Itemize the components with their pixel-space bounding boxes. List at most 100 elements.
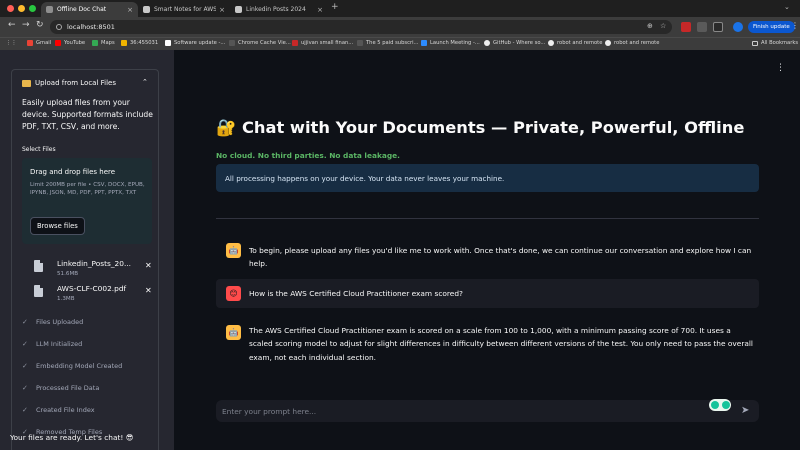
tab-close-icon[interactable]: × — [219, 6, 225, 14]
expander-title: Upload from Local Files — [35, 79, 116, 87]
status-item: ✓ Processed File Data — [22, 384, 99, 392]
finish-update-button[interactable]: Finish update — [748, 21, 795, 33]
bookmark-gmail[interactable]: Gmail — [27, 40, 51, 46]
all-bookmarks-button[interactable]: All Bookmarks — [752, 40, 798, 46]
file-dropzone[interactable]: Drag and drop files here Limit 200MB per… — [22, 158, 152, 244]
profile-avatar[interactable] — [733, 22, 743, 32]
browser-tab-bar: Offline Doc Chat × Smart Notes for AWS C… — [0, 0, 800, 17]
chevron-down-icon[interactable]: ⌄ — [784, 3, 790, 11]
browser-tab-linkedin-posts[interactable]: Linkedin Posts 2024 × — [230, 2, 328, 17]
bookmark-robot-remote-2[interactable]: robot and remote — [605, 40, 659, 46]
folder-icon — [752, 40, 758, 46]
bookmark-label: Chrome Cache Vie... — [238, 40, 291, 46]
uploaded-file-item: AWS-CLF-C002.pdf 1.3MB ✕ — [32, 283, 152, 307]
github-icon — [484, 40, 490, 46]
check-icon: ✓ — [22, 384, 28, 392]
dropzone-title: Drag and drop files here — [30, 168, 116, 176]
chevron-up-icon[interactable]: ⌃ — [142, 78, 148, 86]
info-banner: All processing happens on your device. Y… — [216, 164, 759, 192]
bookmark-label: 36:455031 — [130, 40, 159, 46]
file-icon — [34, 285, 43, 297]
bookmark-maps[interactable]: Maps — [92, 40, 115, 46]
dropzone-limit-text: Limit 200MB per file • CSV, DOCX, EPUB, … — [30, 182, 145, 196]
browse-files-button[interactable]: Browse files — [30, 217, 85, 235]
remove-file-icon[interactable]: ✕ — [145, 286, 152, 295]
extensions-puzzle-icon[interactable] — [697, 22, 707, 32]
file-size: 51.6MB — [57, 271, 79, 277]
bot-avatar-icon: 🤖 — [226, 325, 241, 340]
apps-grid-icon[interactable]: ⋮⋮ — [6, 40, 16, 46]
chat-input-container: ➤ — [216, 399, 759, 422]
status-item: ✓ Files Uploaded — [22, 318, 83, 326]
url-text: localhost:8501 — [67, 23, 115, 31]
tab-label: Smart Notes for AWS CLF-C02 — [154, 6, 217, 13]
youtube-icon — [55, 40, 61, 46]
bookmark-star-icon[interactable]: ☆ — [660, 22, 666, 30]
browser-tab-offline-doc-chat[interactable]: Offline Doc Chat × — [41, 2, 138, 17]
grammarly-icon[interactable] — [709, 399, 731, 411]
tab-close-icon[interactable]: × — [317, 6, 323, 14]
minimize-window-button[interactable] — [18, 5, 25, 12]
bookmark-youtube[interactable]: YouTube — [55, 40, 85, 46]
divider — [216, 218, 759, 219]
bookmark-site-icon — [165, 40, 171, 46]
browser-tab-smart-notes[interactable]: Smart Notes for AWS CLF-C02 × — [138, 2, 230, 17]
reload-icon[interactable]: ↻ — [36, 20, 44, 30]
github-icon — [548, 40, 554, 46]
bookmark-label: Launch Meeting -... — [430, 40, 480, 46]
bookmark-launch-meeting[interactable]: Launch Meeting -... — [421, 40, 480, 46]
bookmark-ujjivan[interactable]: ujjivan small finan... — [292, 40, 353, 46]
bookmark-36-455031[interactable]: 36:455031 — [121, 40, 158, 46]
plus-icon[interactable]: + — [331, 2, 339, 12]
status-label: Processed File Data — [36, 384, 100, 392]
status-item: ✓ Embedding Model Created — [22, 362, 122, 370]
tab-label: Offline Doc Chat — [57, 6, 107, 13]
bookmark-label: robot and remote — [614, 40, 660, 46]
bookmark-chrome-cache[interactable]: Chrome Cache Vie... — [229, 40, 291, 46]
message-text: How is the AWS Certified Cloud Practitio… — [249, 289, 463, 298]
address-bar[interactable]: localhost:8501 — [50, 20, 672, 34]
remove-file-icon[interactable]: ✕ — [145, 261, 152, 270]
bookmark-label: ujjivan small finan... — [301, 40, 354, 46]
file-icon — [34, 260, 43, 272]
bookmark-label: Software update -... — [174, 40, 226, 46]
chat-prompt-input[interactable] — [222, 404, 702, 418]
page-title: 🔐 Chat with Your Documents — Private, Po… — [216, 118, 745, 137]
status-label: Created File Index — [36, 406, 95, 414]
bookmark-robot-remote-1[interactable]: robot and remote — [548, 40, 602, 46]
check-icon: ✓ — [22, 318, 28, 326]
status-item: ✓ Created File Index — [22, 406, 95, 414]
file-size: 1.3MB — [57, 296, 75, 302]
ready-message: Your files are ready. Let's chat! 😎 — [10, 433, 134, 442]
bookmark-software-update[interactable]: Software update -... — [165, 40, 225, 46]
message-text: To begin, please upload any files you'd … — [249, 246, 752, 269]
expander-header[interactable]: Upload from Local Files — [22, 79, 116, 87]
all-bookmarks-label: All Bookmarks — [761, 40, 799, 46]
site-info-icon[interactable] — [56, 24, 62, 30]
bookmark-github[interactable]: GitHub - Where so... — [484, 40, 545, 46]
bookmark-label: YouTube — [64, 40, 86, 46]
tab-label: Linkedin Posts 2024 — [246, 6, 306, 13]
main-content: ⋮ 🔐 Chat with Your Documents — Private, … — [174, 50, 800, 450]
maximize-window-button[interactable] — [29, 5, 36, 12]
close-window-button[interactable] — [7, 5, 14, 12]
browser-menu-icon[interactable]: ⋮ — [791, 21, 799, 30]
page-favicon-icon — [46, 6, 53, 13]
sidebar: Upload from Local Files ⌃ Easily upload … — [0, 50, 174, 450]
send-icon[interactable]: ➤ — [741, 405, 749, 416]
app-menu-icon[interactable]: ⋮ — [776, 63, 785, 73]
extension-icon[interactable] — [681, 22, 691, 32]
tab-close-icon[interactable]: × — [127, 6, 133, 14]
status-label: LLM Initialized — [36, 340, 83, 348]
bookmark-label: GitHub - Where so... — [493, 40, 546, 46]
side-panel-icon[interactable] — [713, 22, 723, 32]
maps-icon — [92, 40, 98, 46]
bookmark-paid-subscri[interactable]: The 5 paid subscri... — [357, 40, 418, 46]
folder-icon — [22, 79, 31, 87]
zoom-icon[interactable]: ⊕ — [647, 22, 653, 30]
back-arrow-icon[interactable]: ← — [8, 20, 16, 30]
zoom-meeting-icon — [421, 40, 427, 46]
user-message: 😊 How is the AWS Certified Cloud Practit… — [216, 279, 759, 308]
bookmark-site-icon — [229, 40, 235, 46]
forward-arrow-icon[interactable]: → — [22, 20, 30, 30]
